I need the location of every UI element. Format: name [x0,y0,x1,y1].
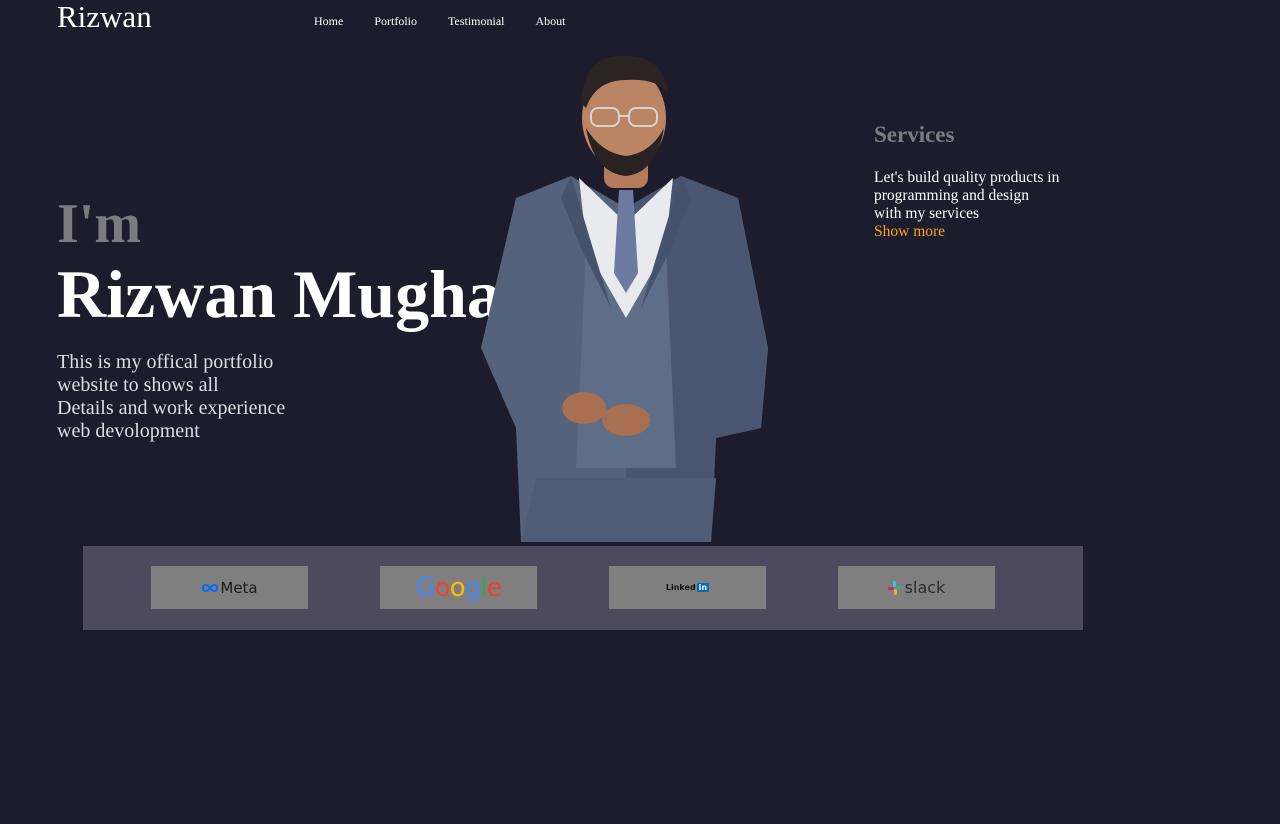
brands-strip: Meta Google Linked in slack [83,546,1083,630]
meta-logo-tile: Meta [151,566,308,609]
google-letter: o [434,572,451,603]
show-more-link[interactable]: Show more [874,223,945,241]
linkedin-in-badge: in [696,583,710,592]
hero-name: Rizwan Mughal [57,256,520,332]
slack-logo-tile: slack [838,566,995,609]
meta-logo-text: Meta [220,578,258,597]
google-letter: o [449,572,466,603]
hero-portrait-image [481,55,768,542]
google-logo: Google [415,572,503,603]
hero-bio-line: web devolopment [57,420,200,442]
services-heading: Services [874,122,955,147]
services-line: Let's build quality products in [874,169,1060,186]
linkedin-logo-tile: Linked in [609,566,766,609]
nav-portfolio[interactable]: Portfolio [374,13,417,29]
services-line: with my services [874,205,980,222]
services-line: programming and design [874,187,1029,204]
services-description: Let's build quality products in programm… [874,169,1084,223]
nav-home[interactable]: Home [314,13,343,29]
page: Rizwan Home Portfolio Testimonial About … [0,0,1280,824]
nav-about[interactable]: About [535,13,565,29]
hero-bio-line: website to shows all [57,374,219,396]
google-logo-tile: Google [380,566,537,609]
meta-infinity-icon [202,583,219,592]
meta-logo: Meta [201,578,258,597]
hero-bio-line: Details and work experience [57,397,286,419]
nav-testimonial[interactable]: Testimonial [448,13,504,29]
google-letter: e [486,572,502,603]
site-logo-text[interactable]: Rizwan [57,0,152,34]
hero-bio: This is my offical portfolio website to … [57,351,317,443]
hero-bio-line: This is my offical portfolio [57,351,274,373]
slack-logo: slack [887,578,946,597]
slack-logo-text: slack [904,578,946,597]
slack-hash-icon [887,580,902,595]
main-nav: Home Portfolio Testimonial About [314,13,596,29]
google-letter: G [415,572,436,603]
linkedin-logo-text: Linked [665,583,696,592]
linkedin-logo: Linked in [665,583,710,592]
hero-intro: I'm [57,193,141,255]
google-letter: g [464,572,481,603]
